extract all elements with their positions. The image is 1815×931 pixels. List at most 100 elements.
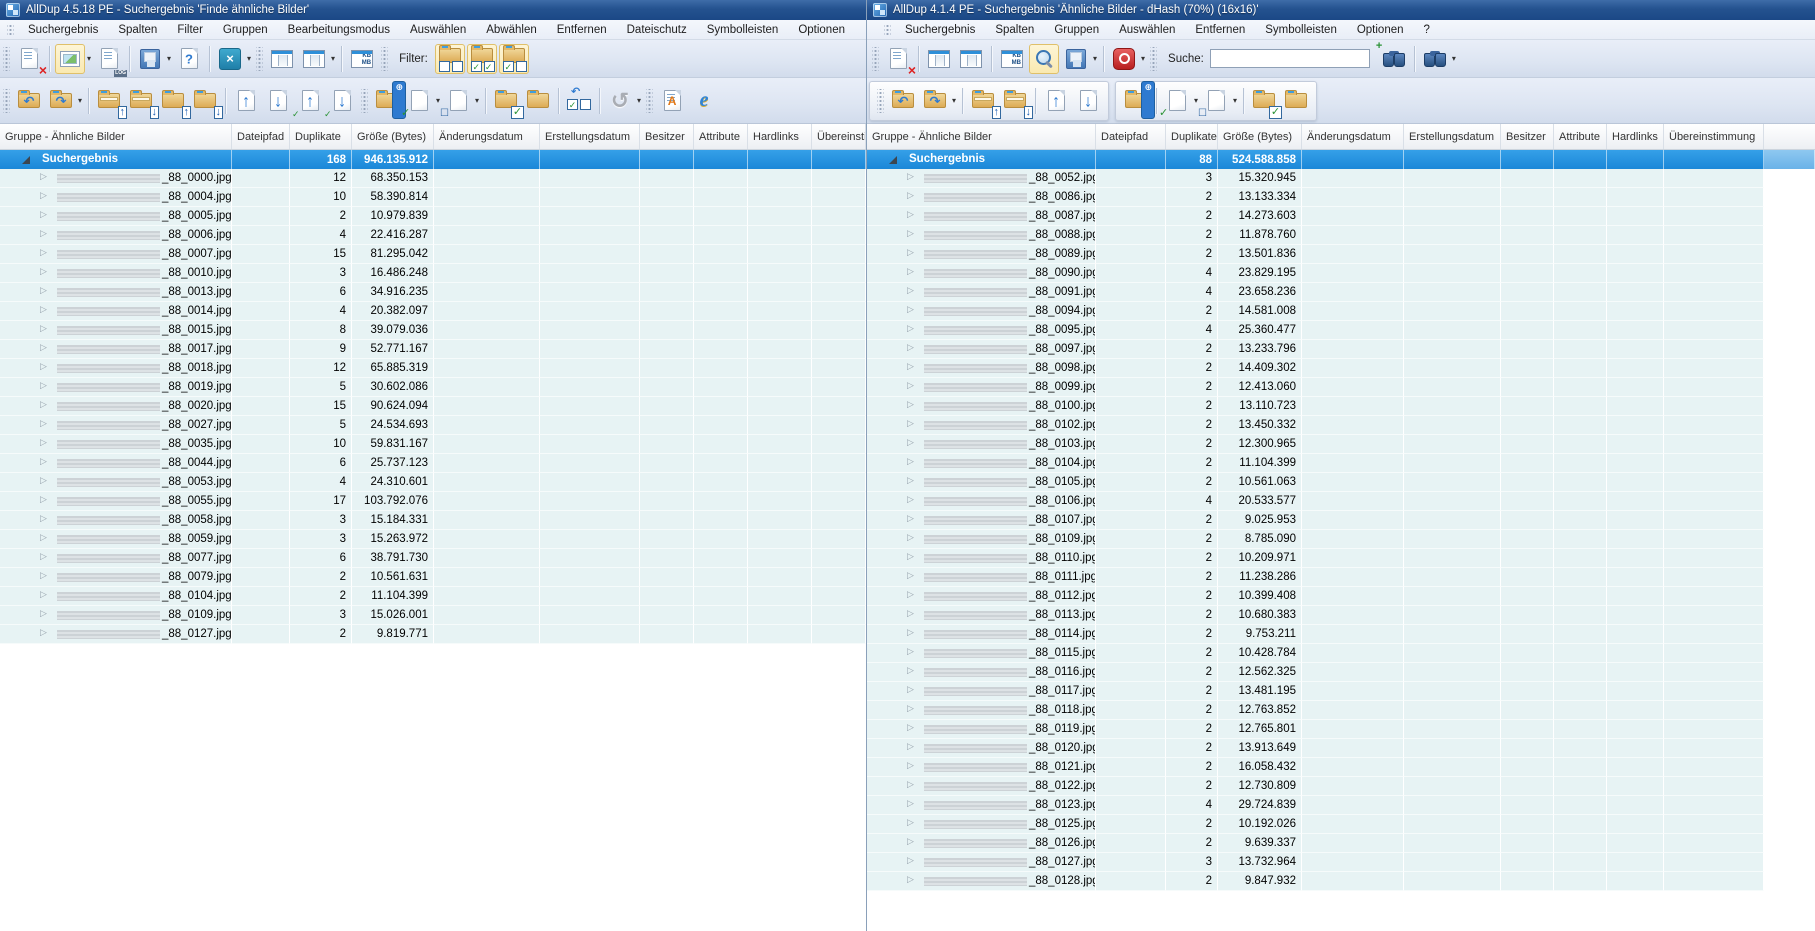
- expand-icon[interactable]: ▷: [907, 665, 914, 676]
- expand-icon[interactable]: ▷: [40, 551, 47, 562]
- table-row[interactable]: ▷_88_0114.jpg29.753.211: [867, 625, 1815, 644]
- table-row[interactable]: ▷_88_0044.jpg625.737.123: [0, 454, 866, 473]
- expand-icon[interactable]: ▷: [907, 475, 914, 486]
- filter-show-checked-icon[interactable]: ✓✓: [467, 44, 497, 74]
- expand-icon[interactable]: ▷: [40, 323, 47, 334]
- column-header-duplikate[interactable]: Duplikate: [1166, 124, 1218, 149]
- expand-icon[interactable]: ▷: [40, 608, 47, 619]
- expand-collapse-icon[interactable]: [22, 156, 30, 164]
- expand-icon[interactable]: ▷: [907, 741, 914, 752]
- history-forward-icon[interactable]: ↷: [46, 86, 76, 116]
- dropdown-arrow-icon[interactable]: ▾: [87, 54, 91, 63]
- expand-icon[interactable]: ▷: [907, 247, 914, 258]
- expand-icon[interactable]: ▷: [907, 874, 914, 885]
- table-row[interactable]: ▷_88_0027.jpg524.534.693: [0, 416, 866, 435]
- toolbar-grip[interactable]: [3, 89, 10, 113]
- save-icon[interactable]: [1061, 44, 1091, 74]
- log-icon[interactable]: LOG: [94, 44, 124, 74]
- columns-width-icon[interactable]: [956, 44, 986, 74]
- expand-icon[interactable]: ▷: [907, 646, 914, 657]
- undo-icon[interactable]: ↺: [605, 86, 635, 116]
- expand-icon[interactable]: ▷: [907, 760, 914, 771]
- previous-group-icon[interactable]: ↑: [158, 86, 188, 116]
- expand-icon[interactable]: ▷: [40, 456, 47, 467]
- help-icon[interactable]: ?: [174, 44, 204, 74]
- expand-icon[interactable]: ▷: [907, 551, 914, 562]
- table-row[interactable]: ▷_88_0097.jpg213.233.796: [867, 340, 1815, 359]
- table-row[interactable]: ▷_88_0125.jpg210.192.026: [867, 815, 1815, 834]
- expand-icon[interactable]: ▷: [907, 817, 914, 828]
- table-row[interactable]: ▷_88_0109.jpg315.026.001: [0, 606, 866, 625]
- table-row[interactable]: ▷_88_0127.jpg313.732.964: [867, 853, 1815, 872]
- preview-text-icon[interactable]: A: [657, 86, 687, 116]
- table-row[interactable]: ▷_88_0095.jpg425.360.477: [867, 321, 1815, 340]
- expand-icon[interactable]: ▷: [907, 494, 914, 505]
- table-row[interactable]: ▷_88_0052.jpg315.320.945: [867, 169, 1815, 188]
- group-row[interactable]: Suchergebnis168946.135.912: [0, 150, 866, 169]
- table-row[interactable]: ▷_88_0123.jpg429.724.839: [867, 796, 1815, 815]
- search-input[interactable]: [1210, 49, 1370, 68]
- table-row[interactable]: ▷_88_0055.jpg17103.792.076: [0, 492, 866, 511]
- history-back-icon[interactable]: ↶: [14, 86, 44, 116]
- expand-icon[interactable]: ▷: [907, 209, 914, 220]
- table-row[interactable]: ▷_88_0088.jpg211.878.760: [867, 226, 1815, 245]
- expand-icon[interactable]: ▷: [907, 627, 914, 638]
- uncheck-files-icon[interactable]: ☐: [1201, 86, 1231, 116]
- next-checked-file-icon[interactable]: ✓↓: [327, 86, 357, 116]
- group-row[interactable]: Suchergebnis88524.588.858: [867, 150, 1815, 169]
- close-search-result-icon[interactable]: ×: [883, 44, 913, 74]
- menu-item-symbolleisten[interactable]: Symbolleisten: [698, 22, 788, 38]
- first-group-icon[interactable]: ↑: [94, 86, 124, 116]
- expand-icon[interactable]: ▷: [40, 475, 47, 486]
- menu-item-abw-hlen[interactable]: Abwählen: [477, 22, 546, 38]
- column-header--nderungsdatum[interactable]: Änderungsdatum: [434, 124, 540, 149]
- table-row[interactable]: ▷_88_0035.jpg1059.831.167: [0, 435, 866, 454]
- menu-item-optionen[interactable]: Optionen: [1348, 22, 1413, 38]
- toolbar-grip[interactable]: [256, 47, 263, 71]
- table-row[interactable]: ▷_88_0098.jpg214.409.302: [867, 359, 1815, 378]
- dropdown-arrow-icon[interactable]: ▾: [475, 96, 479, 105]
- menu-item-suchergebnis[interactable]: Suchergebnis: [19, 22, 107, 38]
- table-row[interactable]: ▷_88_0018.jpg1265.885.319: [0, 359, 866, 378]
- table-row[interactable]: ▷_88_0079.jpg210.561.631: [0, 568, 866, 587]
- find-options-icon[interactable]: [1420, 44, 1450, 74]
- next-group-icon[interactable]: ↓: [1000, 86, 1030, 116]
- menu-item-bearbeitungsmodus[interactable]: Bearbeitungsmodus: [279, 22, 399, 38]
- table-row[interactable]: ▷_88_0112.jpg210.399.408: [867, 587, 1815, 606]
- toolbar-grip[interactable]: [3, 47, 10, 71]
- close-window-icon[interactable]: ×: [215, 44, 245, 74]
- table-row[interactable]: ▷_88_0053.jpg424.310.601: [0, 473, 866, 492]
- dropdown-arrow-icon[interactable]: ▾: [167, 54, 171, 63]
- filter-show-all-icon[interactable]: [435, 44, 465, 74]
- column-header-gr-e-bytes-[interactable]: Größe (Bytes): [352, 124, 434, 149]
- toolbar-grip[interactable]: [872, 47, 879, 71]
- table-row[interactable]: ▷_88_0127.jpg29.819.771: [0, 625, 866, 644]
- expand-icon[interactable]: ▷: [907, 171, 914, 182]
- table-row[interactable]: ▷_88_0005.jpg210.979.839: [0, 207, 866, 226]
- table-row[interactable]: ▷_88_0077.jpg638.791.730: [0, 549, 866, 568]
- table-row[interactable]: ▷_88_0004.jpg1058.390.814: [0, 188, 866, 207]
- menu-item-entfernen[interactable]: Entfernen: [1186, 22, 1254, 38]
- table-row[interactable]: ▷_88_0115.jpg210.428.784: [867, 644, 1815, 663]
- table-row[interactable]: ▷_88_0010.jpg316.486.248: [0, 264, 866, 283]
- expand-icon[interactable]: ▷: [40, 361, 47, 372]
- table-row[interactable]: ▷_88_0019.jpg530.602.086: [0, 378, 866, 397]
- column-header-hardlinks[interactable]: Hardlinks: [748, 124, 812, 149]
- column-header-dateipfad[interactable]: Dateipfad: [232, 124, 290, 149]
- expand-icon[interactable]: ▷: [40, 171, 47, 182]
- expand-icon[interactable]: ▷: [40, 494, 47, 505]
- next-file-icon[interactable]: ↓: [263, 86, 293, 116]
- expand-icon[interactable]: ▷: [40, 285, 47, 296]
- check-folder-icon[interactable]: ✓: [1249, 86, 1279, 116]
- expand-icon[interactable]: ▷: [40, 228, 47, 239]
- menu-item-suchergebnis[interactable]: Suchergebnis: [896, 22, 984, 38]
- table-row[interactable]: ▷_88_0086.jpg213.133.334: [867, 188, 1815, 207]
- column-header--nderungsdatum[interactable]: Änderungsdatum: [1302, 124, 1404, 149]
- previous-checked-file-icon[interactable]: ✓↑: [295, 86, 325, 116]
- expand-icon[interactable]: ▷: [40, 304, 47, 315]
- dropdown-arrow-icon[interactable]: ▾: [1452, 54, 1456, 63]
- table-row[interactable]: ▷_88_0020.jpg1590.624.094: [0, 397, 866, 416]
- table-row[interactable]: ▷_88_0058.jpg315.184.331: [0, 511, 866, 530]
- expand-icon[interactable]: ▷: [40, 247, 47, 258]
- table-row[interactable]: ▷_88_0128.jpg29.847.932: [867, 872, 1815, 891]
